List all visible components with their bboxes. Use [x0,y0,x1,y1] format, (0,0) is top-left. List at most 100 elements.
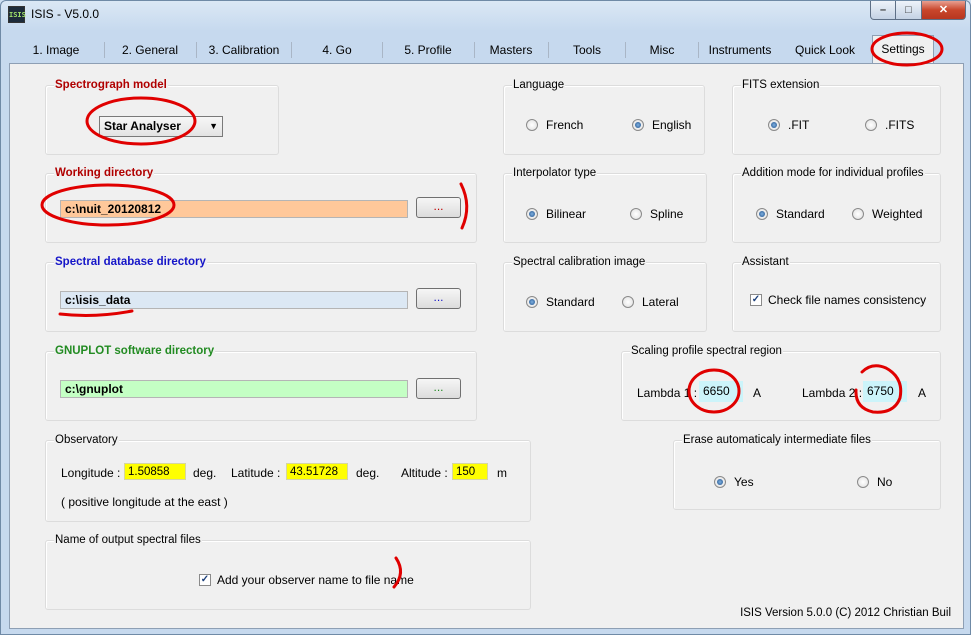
tab-separator [104,42,105,58]
radio-icon [630,208,642,220]
lambda1-unit: A [753,386,762,400]
working-dir-title: Working directory [54,167,155,179]
scaling-title: Scaling profile spectral region [630,345,783,357]
interp-spline-radio[interactable]: Spline [630,207,683,221]
spectrograph-select[interactable]: Star Analyser ▼ [99,116,223,137]
gnuplot-group: GNUPLOT software directory c:\gnuplot ..… [45,345,477,421]
title-bar[interactable]: ISIS ISIS - V5.0.0 – □ ✕ [1,1,970,29]
language-title: Language [512,79,566,91]
lambda1-input[interactable]: 6650 [699,381,743,402]
working-dir-input[interactable]: c:\nuit_20120812 [60,200,408,218]
radio-icon [526,119,538,131]
language-english-radio[interactable]: English [632,118,691,132]
language-french-label: French [546,118,584,132]
tab-general[interactable]: 2. General [106,37,194,63]
tab-separator [548,42,549,58]
tab-masters[interactable]: Masters [476,37,546,63]
isis-app-icon: ISIS [8,6,26,23]
output-files-group: Name of output spectral files ✓ Add your… [45,534,531,610]
longitude-input[interactable]: 1.50858 [124,463,186,480]
checkbox-check-icon: ✓ [199,574,211,586]
minimize-button[interactable]: – [870,1,896,20]
gnuplot-browse-button[interactable]: ... [416,378,461,399]
tab-separator [474,42,475,58]
interp-bilinear-radio[interactable]: Bilinear [526,207,586,221]
altitude-label: Altitude : [401,466,448,480]
language-group: Language French English [503,79,705,155]
calib-lateral-label: Lateral [642,295,679,309]
radio-selected-icon [526,208,538,220]
check-filenames-checkbox[interactable]: ✓ Check file names consistency [750,293,926,307]
erase-yes-radio[interactable]: Yes [714,475,754,489]
addition-weighted-label: Weighted [872,207,923,221]
radio-icon [852,208,864,220]
longitude-unit: deg. [193,466,217,480]
gnuplot-title: GNUPLOT software directory [54,345,216,357]
tab-separator [382,42,383,58]
tab-separator [196,42,197,58]
tab-image[interactable]: 1. Image [10,37,102,63]
tab-separator [625,42,626,58]
altitude-input[interactable]: 150 [452,463,488,480]
working-dir-browse-button[interactable]: ... [416,197,461,218]
tab-separator [291,42,292,58]
fits-ext-fit-radio[interactable]: .FIT [768,118,809,132]
radio-selected-icon [756,208,768,220]
observatory-group: Observatory Longitude : 1.50858 deg. Lat… [45,434,531,522]
calib-standard-radio[interactable]: Standard [526,295,595,309]
erase-no-radio[interactable]: No [857,475,892,489]
fits-ext-fit-label: .FIT [788,118,810,132]
erase-no-label: No [877,475,893,489]
radio-selected-icon [526,296,538,308]
spectrograph-value: Star Analyser [104,119,181,133]
radio-icon [865,119,877,131]
language-french-radio[interactable]: French [526,118,583,132]
longitude-note: ( positive longitude at the east ) [61,495,228,509]
spectral-db-browse-button[interactable]: ... [416,288,461,309]
radio-selected-icon [632,119,644,131]
assistant-title: Assistant [741,256,790,268]
spectral-db-group: Spectral database directory c:\isis_data… [45,256,477,332]
working-dir-group: Working directory c:\nuit_20120812 ... [45,167,477,243]
settings-panel: Spectrograph model Star Analyser ▼ Worki… [9,63,964,629]
lambda1-label: Lambda 1 : [637,386,698,400]
spectral-db-input[interactable]: c:\isis_data [60,291,408,309]
calib-image-title: Spectral calibration image [512,256,647,268]
observatory-title: Observatory [54,434,119,446]
isis-window: ISIS ISIS - V5.0.0 – □ ✕ 1. Image 2. Gen… [0,0,971,635]
fits-ext-fits-radio[interactable]: .FITS [865,118,914,132]
maximize-button[interactable]: □ [896,1,922,20]
tab-go[interactable]: 4. Go [293,37,381,63]
erase-files-title: Erase automaticaly intermediate files [682,434,872,446]
tab-settings[interactable]: Settings [872,35,934,63]
addition-mode-group: Addition mode for individual profiles St… [732,167,941,243]
tab-quick-look[interactable]: Quick Look [784,37,866,63]
latitude-unit: deg. [356,466,380,480]
tab-tools[interactable]: Tools [550,37,624,63]
language-english-label: English [652,118,692,132]
addition-standard-radio[interactable]: Standard [756,207,825,221]
close-button[interactable]: ✕ [922,1,966,20]
tab-calibration[interactable]: 3. Calibration [198,37,290,63]
version-text: ISIS Version 5.0.0 (C) 2012 Christian Bu… [740,607,951,619]
spectral-db-title: Spectral database directory [54,256,207,268]
radio-selected-icon [714,476,726,488]
chevron-down-icon: ▼ [209,121,218,131]
lambda2-label: Lambda 2 : [802,386,863,400]
lambda2-input[interactable]: 6750 [863,381,907,402]
assistant-group: Assistant ✓ Check file names consistency [732,256,941,332]
altitude-unit: m [497,466,507,480]
output-files-title: Name of output spectral files [54,534,202,546]
addition-weighted-radio[interactable]: Weighted [852,207,922,221]
check-filenames-label: Check file names consistency [768,293,927,307]
tab-misc[interactable]: Misc [627,37,697,63]
latitude-input[interactable]: 43.51728 [286,463,348,480]
tab-instruments[interactable]: Instruments [700,37,780,63]
window-title: ISIS - V5.0.0 [31,7,100,21]
calib-lateral-radio[interactable]: Lateral [622,295,679,309]
addition-mode-title: Addition mode for individual profiles [741,167,925,179]
tab-profile[interactable]: 5. Profile [384,37,472,63]
observer-name-checkbox[interactable]: ✓ Add your observer name to file name [199,573,414,587]
gnuplot-input[interactable]: c:\gnuplot [60,380,408,398]
fits-ext-fits-label: .FITS [885,118,915,132]
